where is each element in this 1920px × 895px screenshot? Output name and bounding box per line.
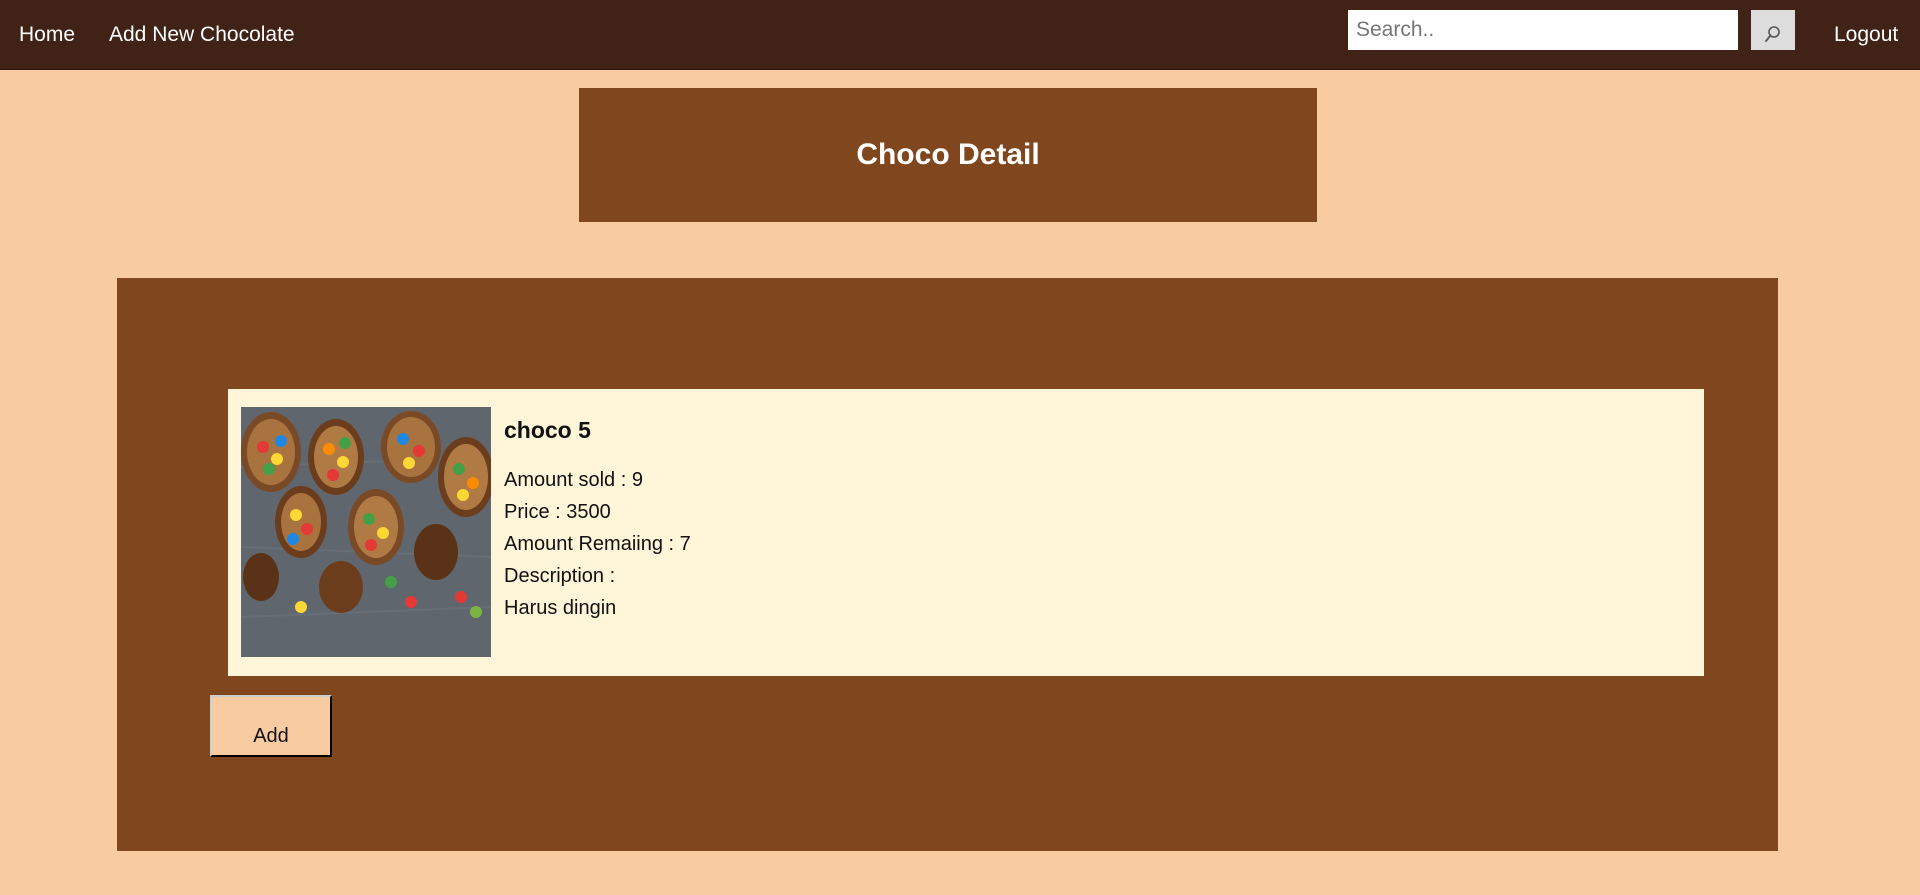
nav-logout-link[interactable]: Logout <box>1834 0 1898 69</box>
page-header: Choco Detail <box>579 88 1317 222</box>
search-icon <box>1751 25 1795 45</box>
description-text: Harus dingin <box>504 597 617 619</box>
amount-remaining: Amount Remaiing : 7 <box>504 533 691 555</box>
description-label: Description : <box>504 565 616 587</box>
product-info: choco 5 Amount sold : 9 Price : 3500 Amo… <box>504 403 691 624</box>
amount-sold: Amount sold : 9 <box>504 469 643 491</box>
search-button[interactable] <box>1751 10 1795 50</box>
nav-home-link[interactable]: Home <box>19 0 75 69</box>
product-name: choco 5 <box>504 417 591 443</box>
nav-add-chocolate-link[interactable]: Add New Chocolate <box>109 0 295 69</box>
search-input[interactable] <box>1348 10 1738 50</box>
product-card: choco 5 Amount sold : 9 Price : 3500 Amo… <box>228 389 1704 676</box>
detail-panel: choco 5 Amount sold : 9 Price : 3500 Amo… <box>117 278 1778 851</box>
product-image <box>241 407 491 657</box>
price: Price : 3500 <box>504 501 611 523</box>
navbar: Home Add New Chocolate Logout <box>0 0 1920 70</box>
add-button[interactable]: Add <box>210 695 332 757</box>
page-title: Choco Detail <box>856 138 1040 171</box>
